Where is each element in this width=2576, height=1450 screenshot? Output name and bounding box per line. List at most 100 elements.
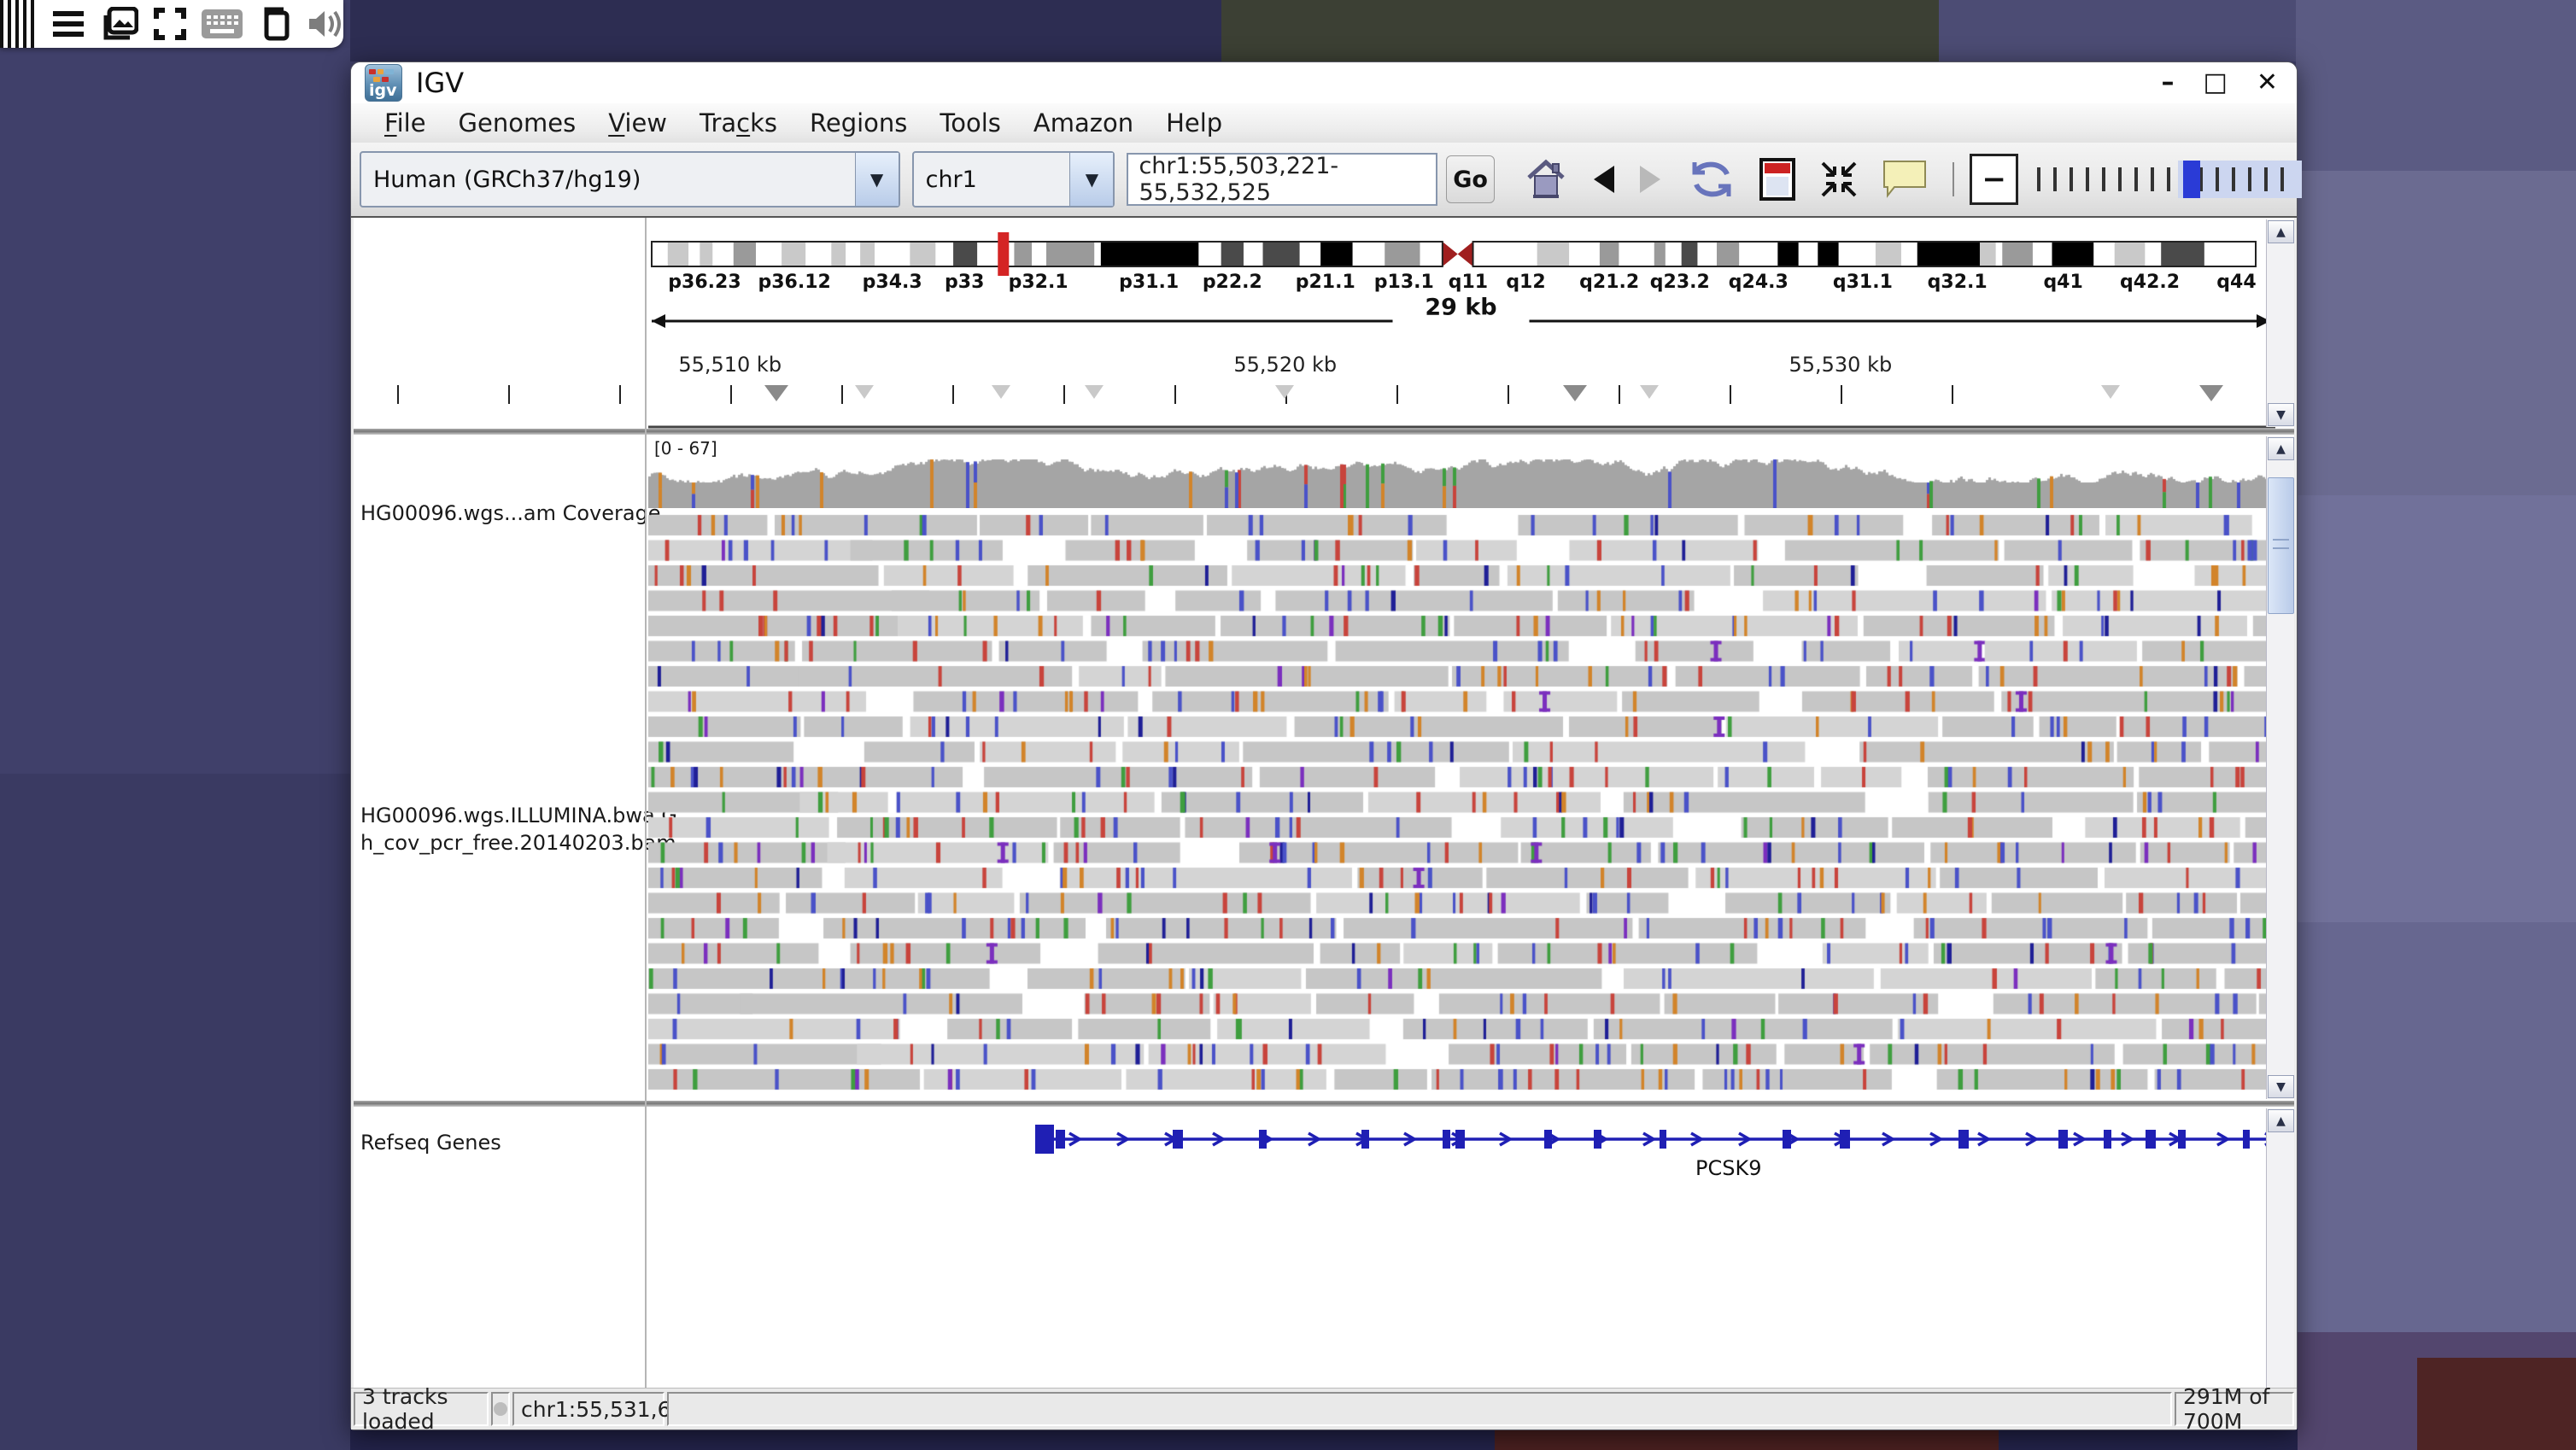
ruler-marker-icon[interactable] xyxy=(1085,385,1104,399)
ruler-marker-icon[interactable] xyxy=(2199,385,2223,401)
cytoband-label: q24.3 xyxy=(1729,272,1789,293)
ruler-marker-icon[interactable] xyxy=(1563,385,1587,401)
locus-input[interactable]: chr1:55,503,221-55,532,525 xyxy=(1127,153,1437,206)
cytoband-label: p36.12 xyxy=(758,272,830,293)
tooltip-toggle-icon[interactable] xyxy=(1882,160,1927,199)
menu-help[interactable]: Help xyxy=(1150,108,1238,137)
toolbar-separator xyxy=(1952,162,1955,196)
alignment-reads[interactable] xyxy=(648,512,2271,1099)
scroll-up-icon[interactable]: ▲ xyxy=(2268,437,2294,460)
ideogram-graphic[interactable] xyxy=(354,218,2284,429)
ruler-marker-icon[interactable] xyxy=(1640,385,1659,399)
gene-panel-scrollbar[interactable]: ▲ ▼ xyxy=(2266,1108,2294,1428)
go-button[interactable]: Go xyxy=(1446,155,1494,203)
scroll-up-icon[interactable]: ▲ xyxy=(2268,220,2294,243)
close-button[interactable]: ✕ xyxy=(2257,70,2278,96)
cytoband-label: p34.3 xyxy=(863,272,922,293)
chromosome-select-arrow[interactable]: ▼ xyxy=(1069,153,1113,206)
chevron-down-icon: ▼ xyxy=(870,169,883,190)
scroll-down-icon[interactable]: ▼ xyxy=(2268,403,2294,426)
scrollbar-thumb[interactable] xyxy=(2268,477,2294,614)
title-bar[interactable]: igv IGV – □ ✕ xyxy=(351,62,2297,103)
cytoband-label: q23.2 xyxy=(1650,272,1710,293)
cytoband-label: q44 xyxy=(2216,272,2256,293)
region-tool-icon[interactable] xyxy=(1759,158,1795,201)
fit-to-window-icon[interactable] xyxy=(1819,160,1859,199)
status-indicator xyxy=(491,1392,510,1426)
cytoband-label: q12 xyxy=(1506,272,1545,293)
igv-app-icon: igv xyxy=(365,64,402,102)
maximize-button[interactable]: □ xyxy=(2204,70,2228,96)
cytoband-label: p13.1 xyxy=(1374,272,1434,293)
cytoband-label: p21.1 xyxy=(1296,272,1355,293)
name-column-divider[interactable] xyxy=(645,218,647,1389)
clipboard-icon[interactable] xyxy=(258,6,292,42)
genome-select[interactable]: Human (GRCh37/hg19) ▼ xyxy=(360,151,900,208)
cytoband-label: q42.2 xyxy=(2120,272,2180,293)
ruler-marker-icon[interactable] xyxy=(2101,385,2120,399)
refresh-icon[interactable] xyxy=(1688,157,1736,202)
menu-file[interactable]: File xyxy=(368,108,442,137)
alignment-track-name-line2[interactable]: h_cov_pcr_free.20140203.bam xyxy=(360,831,676,855)
chevron-down-icon: ▼ xyxy=(1086,169,1098,190)
main-content: 29 kbp36.23p36.12p34.3p33p32.1p31.1p22.2… xyxy=(354,218,2294,1389)
tracks-panel-scrollbar[interactable]: ▲ ▼ xyxy=(2266,436,2294,1099)
scroll-down-icon[interactable]: ▼ xyxy=(2268,1075,2294,1098)
menu-tracks[interactable]: Tracks xyxy=(683,108,793,137)
window-title: IGV xyxy=(416,67,464,99)
zoom-out-button[interactable]: − xyxy=(1970,154,2018,205)
ruler-tick xyxy=(1396,385,1398,404)
zoom-slider[interactable] xyxy=(2037,154,2297,205)
cytoband-label: p31.1 xyxy=(1119,272,1179,293)
cytoband-label: p22.2 xyxy=(1203,272,1262,293)
ruler-marker-icon[interactable] xyxy=(992,385,1010,399)
ruler-tick xyxy=(730,385,732,404)
menu-view[interactable]: View xyxy=(592,108,683,137)
cytoband-label: p33 xyxy=(945,272,984,293)
coverage-range-label: [0 - 67] xyxy=(654,438,717,459)
ruler-tick xyxy=(1508,385,1509,404)
igv-logo-text: igv xyxy=(369,81,397,100)
zoom-slider-thumb[interactable] xyxy=(2183,161,2200,198)
forward-icon[interactable] xyxy=(1638,164,1664,195)
ruler-tick-label: 55,510 kb xyxy=(678,353,782,377)
ruler-tick xyxy=(841,385,843,404)
cytoband-label: q21.2 xyxy=(1579,272,1639,293)
ruler-tick xyxy=(1730,385,1731,404)
minimize-button[interactable]: – xyxy=(2162,70,2175,96)
fullscreen-icon[interactable] xyxy=(154,8,186,40)
gene-model[interactable] xyxy=(648,1107,2277,1209)
ruler-tick-label: 55,520 kb xyxy=(1233,353,1337,377)
menu-regions[interactable]: Regions xyxy=(793,108,923,137)
chromosome-select[interactable]: chr1 ▼ xyxy=(912,151,1115,208)
cursor-position-status: chr1:55,531,691 xyxy=(512,1392,664,1426)
locus-panel-scrollbar[interactable]: ▲ ▼ xyxy=(2266,219,2294,427)
home-icon[interactable] xyxy=(1524,157,1568,202)
ruler-tick xyxy=(619,385,621,404)
status-bar: 3 tracks loaded chr1:55,531,691 291M of … xyxy=(351,1388,2297,1430)
alignment-track-name-line1[interactable]: HG00096.wgs.ILLUMINA.bwa.G xyxy=(360,804,677,827)
scroll-up-icon[interactable]: ▲ xyxy=(2268,1109,2294,1132)
menu-tools[interactable]: Tools xyxy=(923,108,1016,137)
ruler-marker-icon[interactable] xyxy=(764,385,788,401)
screenshot-icon[interactable] xyxy=(101,7,138,41)
coverage-plot[interactable] xyxy=(648,457,2271,508)
audio-icon[interactable] xyxy=(307,8,343,40)
ruler-marker-icon[interactable] xyxy=(1275,385,1294,399)
ruler-marker-icon[interactable] xyxy=(855,385,874,399)
drag-grip-icon[interactable] xyxy=(0,0,36,48)
menu-genomes[interactable]: Genomes xyxy=(442,108,593,137)
refseq-track-name[interactable]: Refseq Genes xyxy=(360,1131,501,1155)
ruler-tick xyxy=(1841,385,1842,404)
coverage-track-name[interactable]: HG00096.wgs...am Coverage xyxy=(360,501,661,525)
genome-select-arrow[interactable]: ▼ xyxy=(855,153,899,206)
menu-amazon[interactable]: Amazon xyxy=(1017,108,1150,137)
vnc-toolbar xyxy=(0,0,343,48)
cytoband-label: p32.1 xyxy=(1009,272,1068,293)
gene-label-pcsk9: PCSK9 xyxy=(1695,1156,1761,1180)
back-icon[interactable] xyxy=(1590,164,1616,195)
toolbar: Human (GRCh37/hg19) ▼ chr1 ▼ chr1:55,503… xyxy=(351,143,2297,218)
keyboard-icon[interactable] xyxy=(202,9,243,38)
menu-icon[interactable] xyxy=(51,9,85,38)
cytoband-label: q11 xyxy=(1449,272,1488,293)
